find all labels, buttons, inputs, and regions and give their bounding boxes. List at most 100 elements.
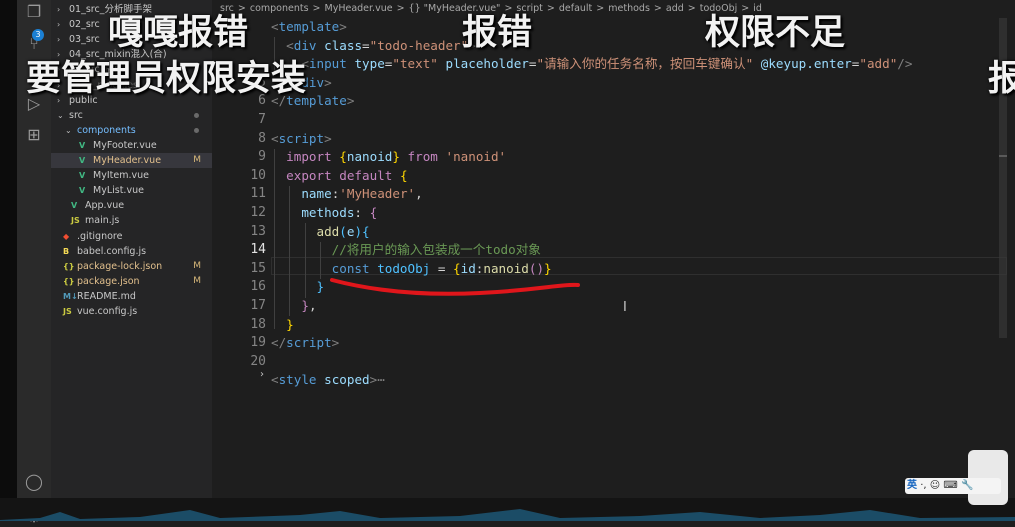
explorer-item[interactable]: M↓ README.md (51, 289, 212, 304)
explorer-item[interactable]: JS vue.config.js (51, 304, 212, 319)
explorer-item[interactable]: V MyHeader.vue M (51, 153, 212, 168)
ime-language-label[interactable]: 英 (907, 480, 917, 491)
window-edge (0, 0, 17, 521)
code-line-style-folded: <style scoped>⋯ (271, 372, 385, 388)
overlay-text-4: 要管理员权限安装 (26, 59, 307, 99)
code-line-import: import {nanoid} from 'nanoid' (286, 149, 507, 165)
breadcrumb-separator: > (396, 3, 405, 14)
explorer-item[interactable]: V App.vue (51, 198, 212, 213)
breadcrumb-item[interactable]: add (666, 3, 684, 14)
breadcrumb-separator: > (312, 3, 321, 14)
vue-file-icon: V (71, 201, 78, 211)
line-number: 18 (250, 316, 266, 332)
git-status-badge: M (193, 260, 201, 271)
explorer-item[interactable]: V MyFooter.vue (51, 138, 212, 153)
text-cursor-icon: I (623, 300, 627, 315)
explorer-item-label: MyList.vue (93, 185, 144, 197)
explorer-item-label: MyFooter.vue (93, 139, 157, 151)
audio-waveform (0, 509, 1015, 521)
explorer-item-label: package-lock.json (77, 260, 163, 272)
line-number: 9 (258, 149, 266, 165)
chevron-right-icon[interactable]: › (57, 2, 60, 17)
line-number: 14 (250, 242, 266, 258)
extensions-icon[interactable]: ⊞ (24, 125, 44, 145)
breadcrumb-separator: > (653, 3, 662, 14)
red-underline-annotation (330, 278, 580, 296)
code-line-export: export default { (286, 167, 408, 183)
git-file-icon: ◆ (63, 231, 70, 241)
js-file-icon: JS (63, 307, 72, 316)
breadcrumb-item[interactable]: default (559, 3, 592, 14)
explorer-item[interactable]: ◆ .gitignore (51, 229, 212, 244)
explorer-item-label: App.vue (85, 200, 125, 212)
overlay-text-3: 权限不足 (705, 13, 846, 53)
code-line-script-close: </script> (271, 335, 340, 351)
fold-ellipsis[interactable]: ⋯ (377, 372, 385, 387)
line-number: 15 (250, 260, 266, 276)
chevron-down-icon[interactable]: ⌄ (65, 123, 72, 138)
code-line-add: add(e){ (316, 223, 370, 239)
line-number: 10 (250, 167, 266, 183)
js-file-icon: JS (71, 216, 80, 226)
breadcrumb-item[interactable]: methods (608, 3, 650, 14)
md-file-icon: M↓ (63, 291, 78, 301)
overlay-text-2: 报错 (462, 13, 533, 53)
code-line-methods: methods: { (301, 205, 378, 220)
code-editor[interactable]: 5 6 7 8 9 10 11 12 13 14 15 16 17 18 19 20 <template> <… (212, 18, 1007, 498)
line-number: 13 (250, 223, 266, 239)
explorer-icon[interactable]: ❐ (24, 2, 44, 22)
line-number: 11 (250, 186, 266, 202)
line-number: 12 (250, 205, 266, 220)
code-line-close-methods: }, (301, 298, 317, 313)
explorer-item-label: src (69, 109, 83, 121)
fold-chevron-icon[interactable]: › (260, 369, 264, 380)
code-line-input: <input type="text" placeholder="请输入你的任务名… (301, 56, 913, 72)
chevron-right-icon[interactable]: › (57, 32, 60, 47)
explorer-item-label: README.md (77, 290, 136, 302)
vue-file-icon: V (79, 156, 86, 165)
explorer-item-label: vue.config.js (77, 306, 138, 317)
line-number: 16 (250, 279, 266, 295)
explorer-item-label: components (77, 124, 136, 136)
line-number: 17 (250, 298, 266, 313)
code-line-template-open: <template> (271, 19, 347, 34)
explorer-item-label: 03_src (69, 34, 100, 46)
git-status-badge: M (193, 155, 201, 165)
explorer-item-label: package.json (77, 275, 140, 287)
explorer-item[interactable]: Bbabel.config.js (51, 244, 212, 259)
explorer-item[interactable]: ⌄ src (51, 108, 212, 123)
placeholder-string: 请输入你的任务名称，按回车键确认 (544, 56, 746, 72)
code-line-comment: //将用户的输入包装成一个todo对象 (271, 241, 541, 260)
babel-file-icon: B (63, 246, 70, 256)
breadcrumb-item[interactable]: components (250, 3, 309, 14)
explorer-item[interactable]: {} package.json M (51, 274, 212, 289)
chevron-right-icon[interactable]: › (57, 17, 60, 32)
modified-dot (194, 127, 199, 133)
chevron-down-icon[interactable]: ⌄ (57, 108, 64, 123)
vue-file-icon: V (79, 140, 86, 150)
explorer-item[interactable]: V MyList.vue (51, 183, 212, 198)
ime-toolbar[interactable]: 英 ·, ☺ ⌨ 🔧 (905, 478, 1001, 494)
ime-options[interactable]: ·, ☺ ⌨ 🔧 (920, 480, 973, 491)
explorer-item-label: .gitignore (77, 230, 123, 242)
explorer-item[interactable]: JS main.js (51, 213, 212, 228)
explorer-item-label: MyHeader.vue (93, 155, 162, 166)
vue-file-icon: V (79, 186, 86, 196)
breadcrumb-item[interactable]: MyHeader.vue (325, 3, 393, 14)
breadcrumb: src > components > MyHeader.vue >{} "MyHeader… (220, 0, 1015, 18)
breadcrumb-separator: > (546, 3, 555, 14)
explorer-item[interactable]: ⌄ components (51, 123, 212, 138)
explorer-item-label: MyItem.vue (93, 170, 149, 182)
explorer-item-label: babel.config.js (77, 245, 147, 257)
code-line-close-export: } (286, 316, 294, 332)
explorer-item[interactable]: {} package-lock.json M (51, 259, 212, 274)
vue-file-icon: V (79, 171, 86, 181)
line-number: 7 (258, 112, 266, 127)
json-file-icon: {} (63, 261, 75, 271)
overlay-text-1: 嘎嘎报错 (108, 13, 249, 53)
explorer-item[interactable]: V MyItem.vue (51, 168, 212, 183)
code-line-script-open: <script> (271, 130, 332, 146)
account-icon[interactable]: ◯ (24, 472, 44, 492)
git-status-badge: M (193, 275, 201, 286)
explorer-item-label: main.js (85, 215, 120, 227)
